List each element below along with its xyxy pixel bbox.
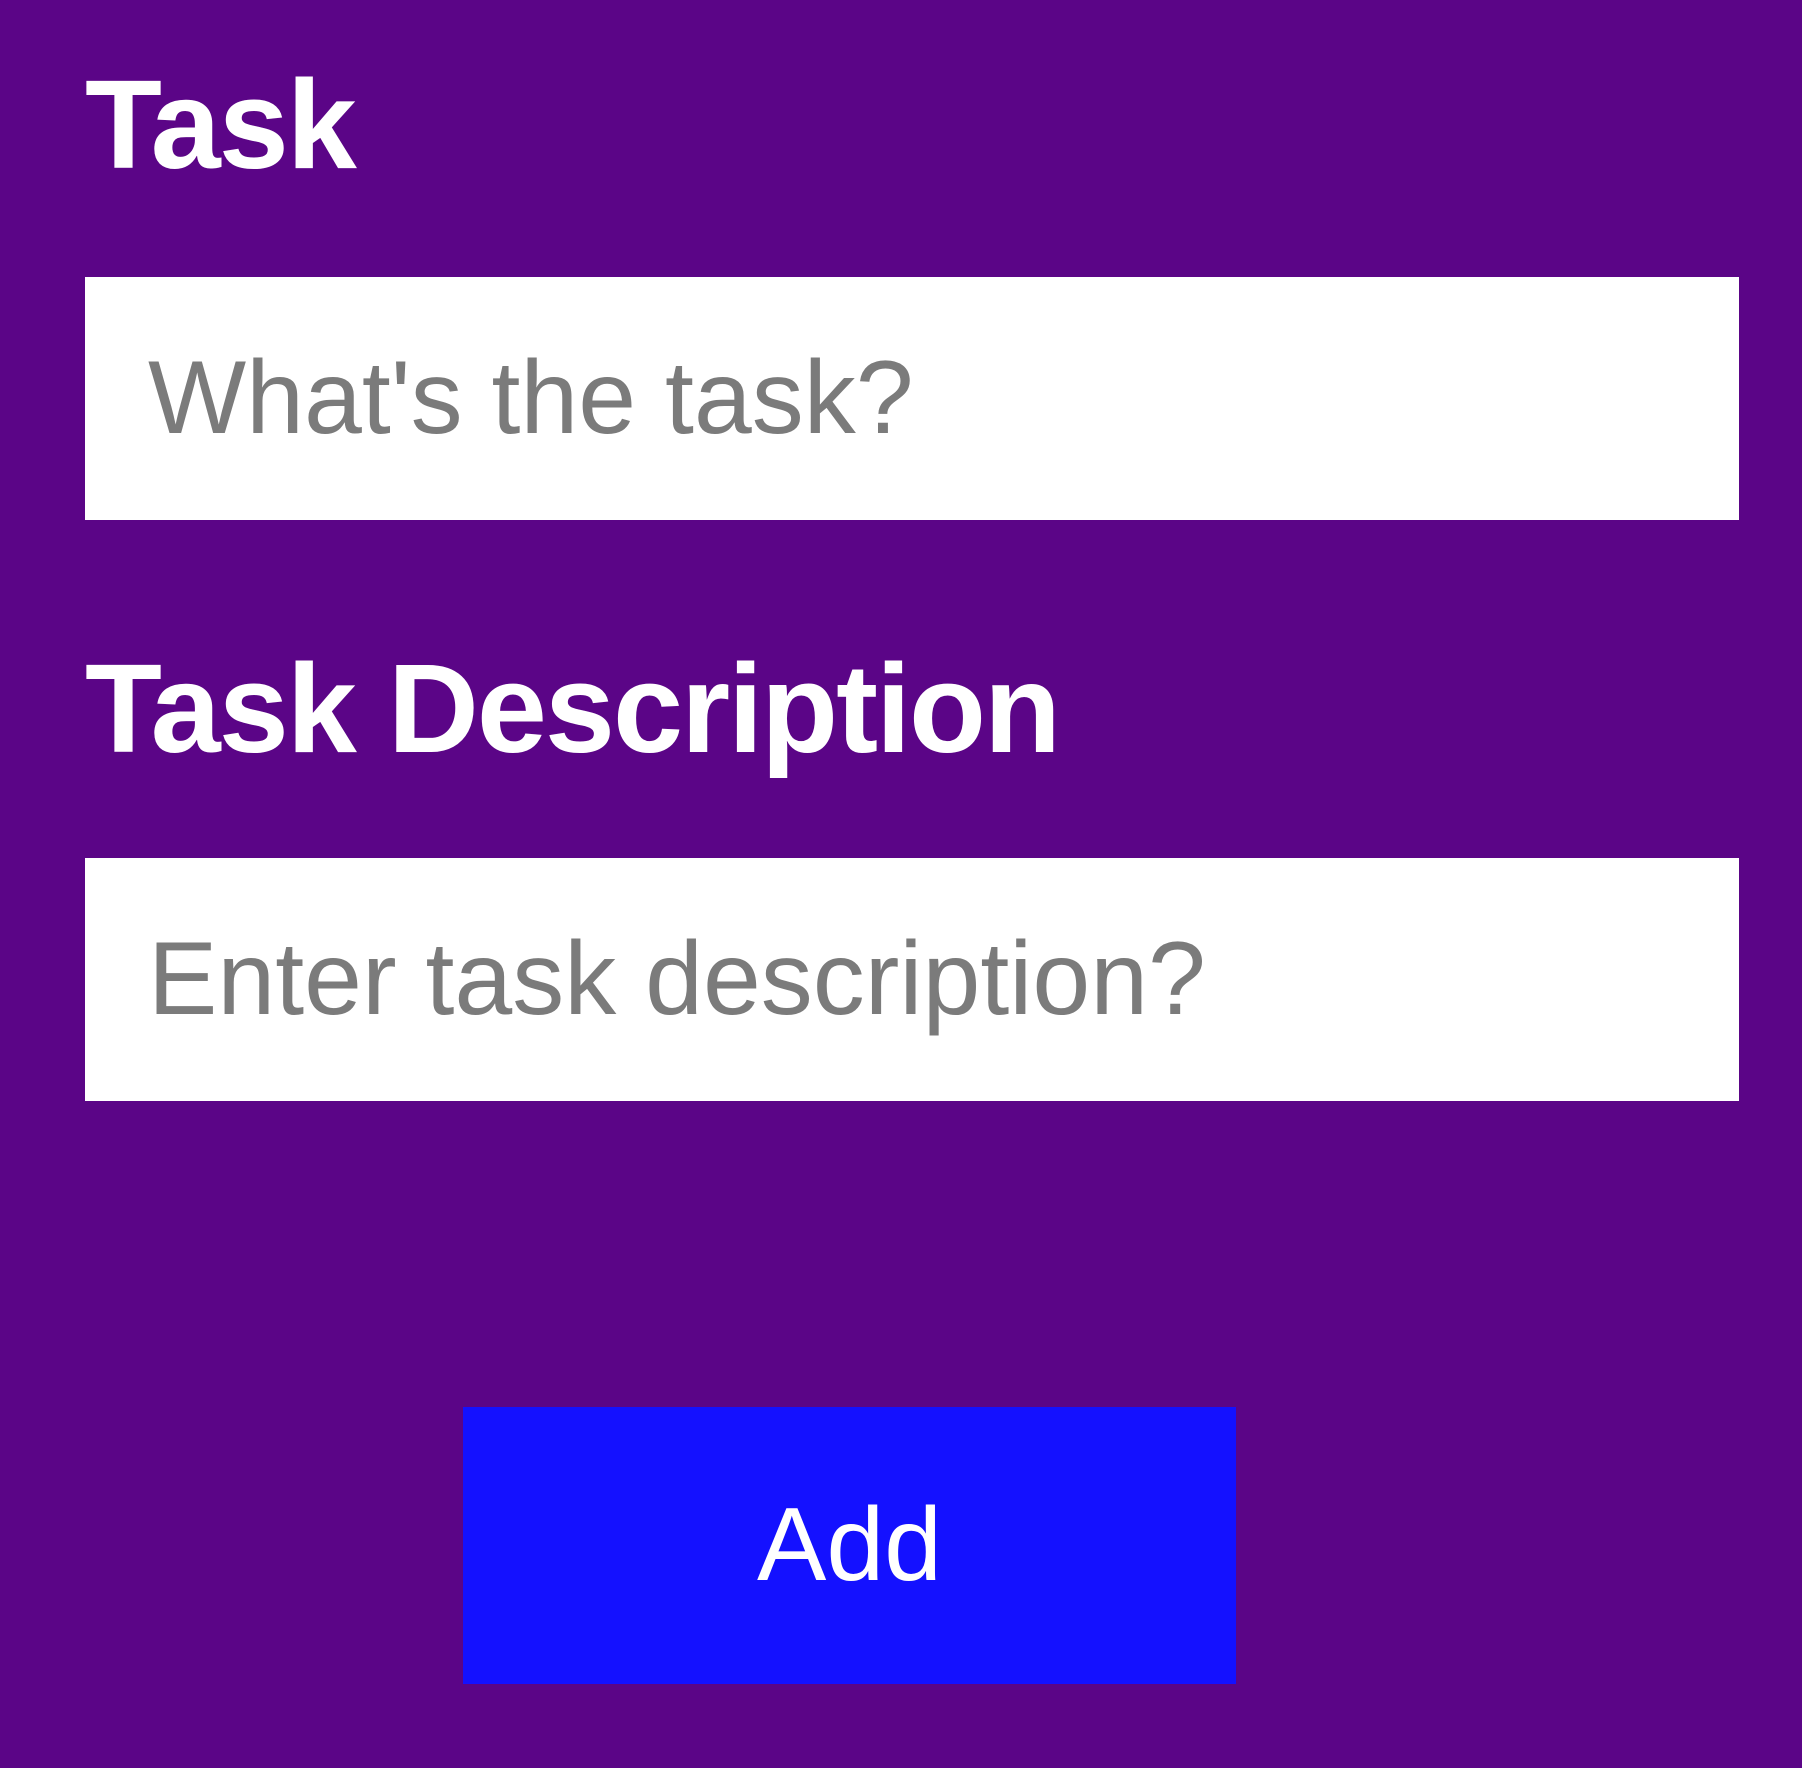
add-button[interactable]: Add xyxy=(463,1407,1236,1684)
task-description-input[interactable] xyxy=(85,858,1739,1101)
task-description-label: Task Description xyxy=(85,638,1061,779)
task-label: Task xyxy=(85,54,357,195)
task-input[interactable] xyxy=(85,277,1739,520)
